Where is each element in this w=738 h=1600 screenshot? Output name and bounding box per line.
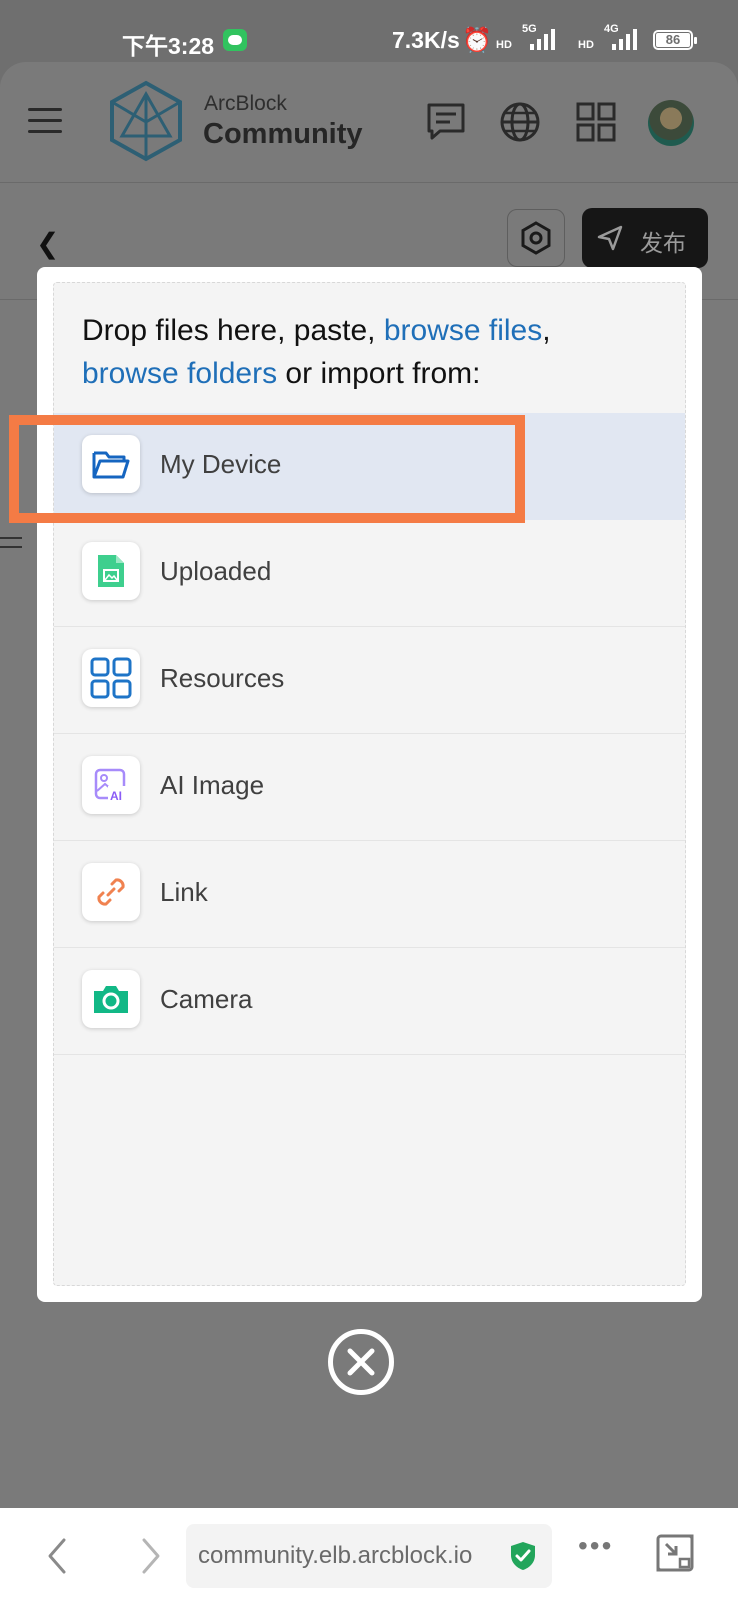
back-icon[interactable]: ❮ (36, 227, 59, 260)
camera-icon (82, 970, 140, 1028)
brand-name-small: ArcBlock (204, 92, 287, 115)
source-my-device[interactable]: My Device (54, 413, 685, 520)
browse-files-link[interactable]: browse files (384, 314, 542, 347)
publish-label: 发布 (640, 230, 686, 256)
settings-button[interactable] (507, 209, 565, 267)
send-icon (597, 225, 623, 251)
network-speed: 7.3K/s (392, 27, 460, 53)
drop-zone[interactable]: Drop files here, paste, browse files, br… (53, 282, 686, 1286)
signal-sim1-icon: HD 5G (496, 24, 556, 52)
globe-icon[interactable] (498, 100, 542, 144)
svg-text:AI: AI (110, 789, 122, 803)
back-arrow-icon[interactable] (38, 1536, 78, 1576)
apps-grid-icon[interactable] (574, 100, 618, 144)
chat-icon[interactable] (424, 100, 468, 144)
user-avatar[interactable] (648, 100, 694, 146)
forward-arrow-icon[interactable] (130, 1536, 170, 1576)
editor-lines-icon (0, 537, 22, 555)
link-icon (82, 863, 140, 921)
close-icon (347, 1348, 375, 1376)
source-ai-image[interactable]: AI AI Image (54, 734, 685, 841)
image-file-icon (82, 542, 140, 600)
source-label: Resources (160, 663, 285, 693)
drop-text-comma: , (542, 314, 551, 347)
publish-button[interactable]: 发布 (582, 208, 708, 268)
source-camera[interactable]: Camera (54, 948, 685, 1055)
import-source-list: My Device Uploaded Resources AI AI Image… (54, 413, 685, 1055)
more-options-icon[interactable]: ••• (578, 1530, 613, 1562)
source-label: Uploaded (160, 556, 272, 586)
source-label: AI Image (160, 770, 265, 800)
minimize-window-icon[interactable] (654, 1532, 696, 1574)
secure-shield-icon (511, 1542, 535, 1570)
ai-image-icon: AI (82, 756, 140, 814)
folder-open-icon (82, 435, 140, 493)
browser-toolbar: community.elb.arcblock.io ••• (0, 1508, 738, 1600)
source-link[interactable]: Link (54, 841, 685, 948)
upload-dialog: Drop files here, paste, browse files, br… (37, 267, 702, 1302)
drop-text-part1: Drop files here, paste, (82, 314, 384, 347)
browse-folders-link[interactable]: browse folders (82, 357, 277, 390)
app-header: ArcBlock Community (0, 62, 738, 183)
status-time: 下午3:28 (122, 33, 215, 59)
brand-name: Community (203, 118, 363, 150)
source-label: Link (160, 877, 208, 907)
grid-icon (82, 649, 140, 707)
hexagon-settings-icon (521, 221, 551, 255)
drop-text-part2: or import from: (277, 357, 481, 390)
menu-icon[interactable] (28, 108, 62, 134)
alarm-icon: ⏰ (462, 27, 492, 54)
message-notification-icon (223, 29, 247, 51)
close-dialog-button[interactable] (328, 1329, 394, 1395)
source-label: Camera (160, 984, 253, 1014)
address-bar[interactable]: community.elb.arcblock.io (186, 1524, 552, 1588)
source-uploaded[interactable]: Uploaded (54, 520, 685, 627)
arcblock-logo (110, 80, 182, 162)
battery-indicator: 86 (653, 30, 697, 50)
signal-sim2-icon: HD 4G (578, 24, 638, 52)
drop-instructions: Drop files here, paste, browse files, br… (82, 309, 662, 395)
url-text: community.elb.arcblock.io (198, 1542, 473, 1569)
source-label: My Device (160, 449, 282, 479)
source-resources[interactable]: Resources (54, 627, 685, 734)
